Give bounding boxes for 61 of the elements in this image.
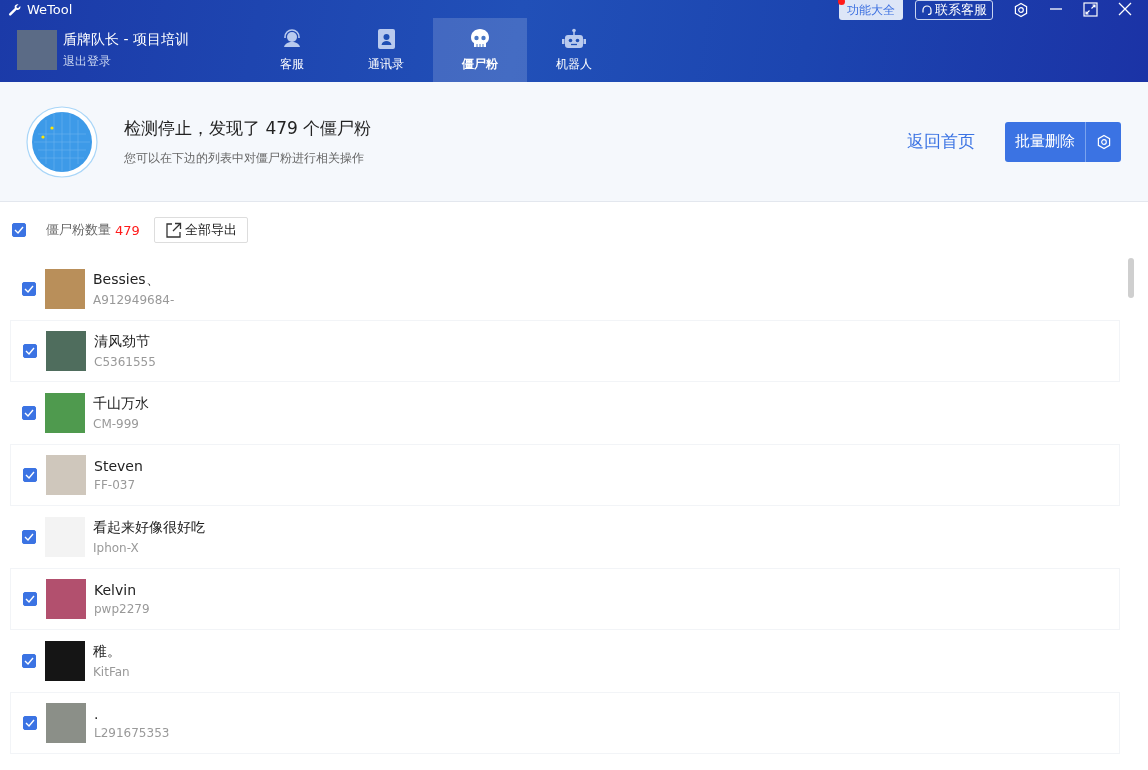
row-checkbox[interactable] [22, 282, 36, 296]
headset-icon [921, 4, 933, 16]
scan-result-subtitle: 您可以在下边的列表中对僵尸粉进行相关操作 [124, 149, 365, 167]
contact-id: C5361555 [94, 355, 156, 369]
row-checkbox[interactable] [22, 406, 36, 420]
contact-card-icon [376, 27, 396, 50]
radar-icon [26, 105, 98, 178]
contact-id: Iphon-X [93, 541, 140, 555]
maximize-icon[interactable] [1083, 2, 1098, 17]
zombie-count: 479 [115, 222, 140, 238]
contact-name: 清风劲节 [94, 333, 151, 351]
contact-name: 千山万水 [93, 395, 149, 413]
contact-id: pwp2279 [94, 602, 150, 616]
nav-tab[interactable]: 机器人 [527, 18, 621, 82]
headset-icon [281, 27, 303, 50]
contact-name: 看起来好像很好吃 [93, 519, 205, 537]
contact-name: Bessies、 [93, 271, 161, 289]
contact-id: KitFan [93, 665, 130, 679]
scan-result-title: 检测停止，发现了 479 个僵尸粉 [124, 116, 373, 140]
contact-name: 稚。 [93, 643, 122, 661]
row-checkbox[interactable] [22, 530, 36, 544]
contact-name: . [94, 706, 100, 722]
photo-placeholder [46, 579, 86, 619]
support-button[interactable]: 联系客服 [915, 0, 993, 20]
settings-icon[interactable] [1013, 2, 1029, 18]
count-label: 僵尸粉数量 [46, 221, 111, 239]
row-checkbox[interactable] [23, 716, 37, 730]
select-all-checkbox[interactable] [12, 223, 26, 237]
contact-name: Steven [94, 458, 143, 474]
contact-id: A912949684- [93, 293, 175, 307]
wrench-icon [8, 2, 22, 17]
export-icon [164, 221, 182, 239]
row-checkbox[interactable] [23, 344, 37, 358]
nav-tab[interactable]: 通讯录 [339, 18, 433, 82]
contact-id: CM-999 [93, 417, 140, 431]
contact-name: Kelvin [94, 582, 138, 598]
photo-placeholder [46, 455, 86, 495]
photo-placeholder [45, 393, 85, 433]
nav-tab[interactable]: 僵尸粉 [433, 18, 527, 82]
row-checkbox[interactable] [23, 468, 37, 482]
export-all-button[interactable]: 全部导出 [153, 217, 248, 243]
photo-placeholder [17, 30, 57, 70]
close-icon[interactable] [1118, 2, 1132, 16]
photo-placeholder [46, 703, 86, 743]
skull-icon [469, 27, 491, 50]
contact-id: FF-037 [94, 478, 137, 492]
logout-link[interactable]: 退出登录 [63, 52, 189, 70]
photo-placeholder [45, 641, 85, 681]
photo-placeholder [45, 269, 85, 309]
row-checkbox[interactable] [22, 654, 36, 668]
contact-id: L291675353 [94, 726, 170, 740]
robot-icon [562, 27, 586, 50]
nav-tab[interactable]: 客服 [245, 18, 339, 82]
account-name: 盾牌队长 - 项目培训 [63, 30, 189, 49]
features-button[interactable]: 功能大全 [839, 0, 903, 20]
settings-icon [1095, 133, 1112, 150]
home-link[interactable]: 返回首页 [907, 130, 975, 153]
photo-placeholder [46, 331, 86, 371]
window-title: WeTool [27, 2, 73, 17]
row-checkbox[interactable] [23, 592, 37, 606]
scrollbar-thumb[interactable] [1128, 258, 1134, 298]
